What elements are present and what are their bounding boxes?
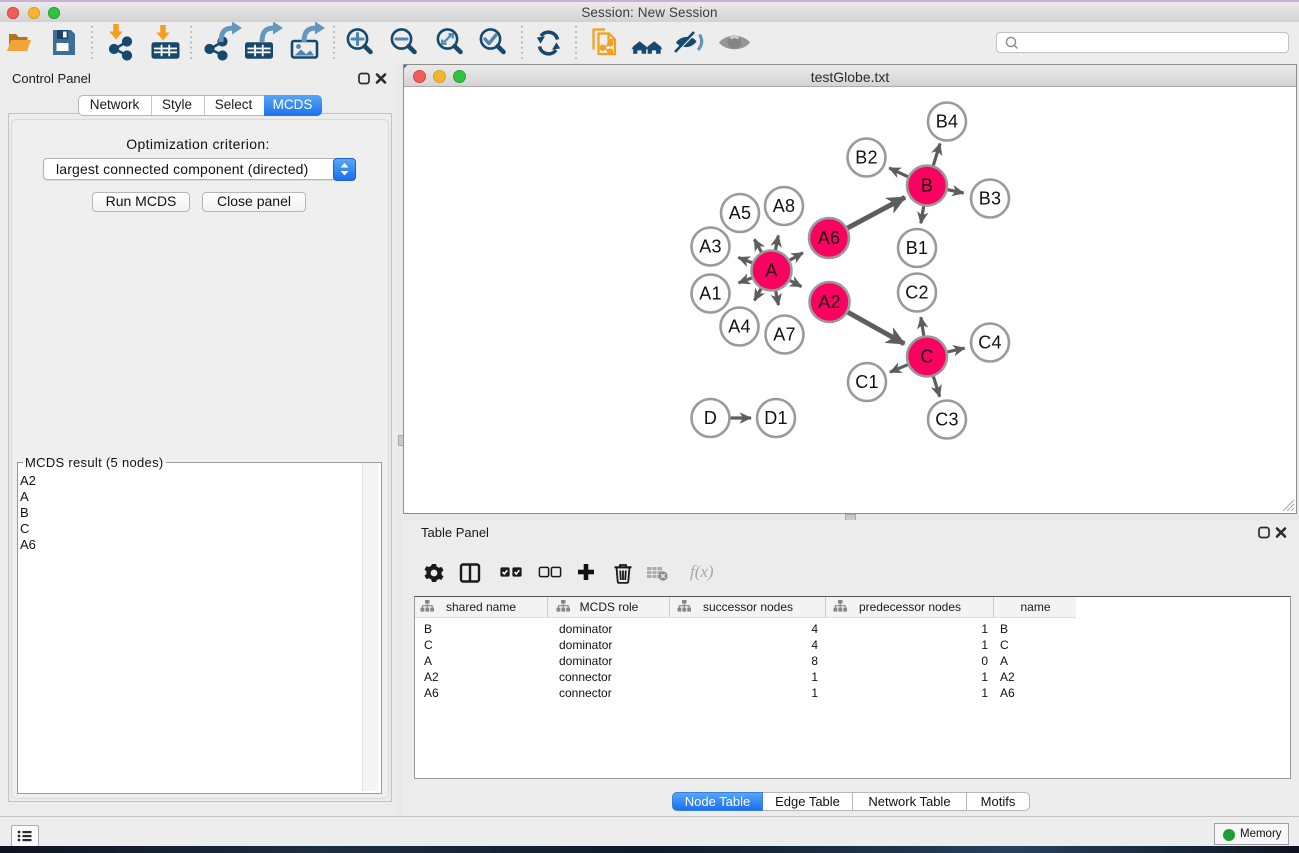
svg-text:A6: A6 [818, 228, 841, 248]
svg-text:B4: B4 [936, 112, 959, 132]
svg-text:A4: A4 [728, 317, 751, 337]
svg-text:D: D [704, 408, 717, 428]
svg-text:A1: A1 [699, 284, 722, 304]
svg-text:A2: A2 [818, 292, 841, 312]
svg-text:A5: A5 [729, 203, 752, 223]
svg-text:C: C [920, 347, 933, 367]
svg-text:C3: C3 [935, 410, 959, 430]
svg-text:B1: B1 [906, 238, 929, 258]
svg-text:B2: B2 [855, 148, 878, 168]
svg-text:C4: C4 [978, 333, 1002, 353]
svg-text:A7: A7 [773, 325, 796, 345]
svg-text:C2: C2 [905, 283, 929, 303]
svg-text:D1: D1 [764, 408, 788, 428]
svg-text:B3: B3 [979, 189, 1002, 209]
svg-text:A: A [765, 261, 777, 281]
svg-text:A3: A3 [699, 237, 722, 257]
svg-text:B: B [921, 176, 933, 196]
svg-text:C1: C1 [855, 372, 879, 392]
svg-text:A8: A8 [773, 196, 796, 216]
